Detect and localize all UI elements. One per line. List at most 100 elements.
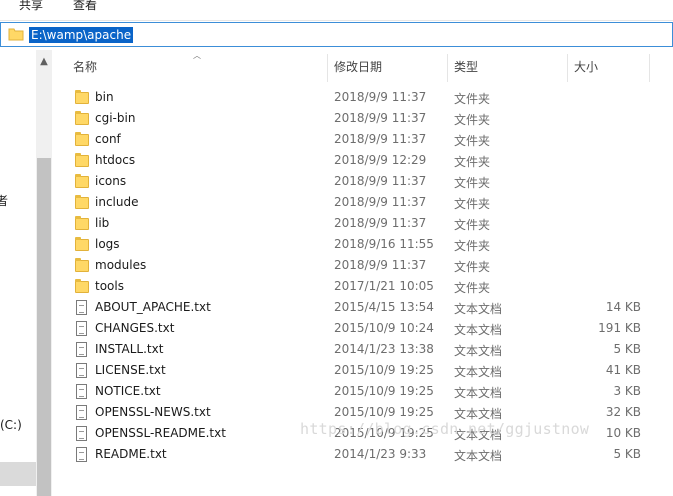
file-name: CHANGES.txt [95,321,175,335]
file-date: 2018/9/9 11:37 [334,90,427,104]
file-type: 文件夹 [454,239,491,253]
file-row[interactable]: NOTICE.txt 2015/10/9 19:25 文本文档 3 KB [53,381,673,402]
nav-item-label[interactable]: 者 [0,192,8,209]
file-date: 2015/10/9 10:24 [334,321,434,335]
file-name: ABOUT_APACHE.txt [95,300,211,314]
file-date: 2015/10/9 19:25 [334,405,434,419]
scroll-up-icon[interactable]: ▲ [36,54,52,70]
file-row[interactable]: cgi-bin 2018/9/9 11:37 文件夹 [53,108,673,129]
file-type: 文本文档 [454,302,503,316]
text-file-icon [75,447,89,463]
file-rows: bin 2018/9/9 11:37 文件夹 cgi-bin 2018/9/9 11:… [53,87,673,465]
file-type: 文本文档 [454,344,503,358]
column-divider[interactable] [567,54,568,82]
folder-icon [8,28,24,41]
file-row[interactable]: CHANGES.txt 2015/10/9 10:24 文本文档 191 KB [53,318,673,339]
file-type: 文件夹 [454,92,491,106]
file-date: 2015/10/9 19:25 [334,363,434,377]
folder-icon [75,111,89,127]
text-file-icon [75,363,89,379]
file-type: 文件夹 [454,197,491,211]
file-name: OPENSSL-README.txt [95,426,226,440]
file-name: NOTICE.txt [95,384,161,398]
file-row[interactable]: conf 2018/9/9 11:37 文件夹 [53,129,673,150]
file-name: tools [95,279,124,293]
folder-icon [75,237,89,253]
folder-icon [75,216,89,232]
address-input[interactable]: E:\wamp\apache [29,27,134,43]
tab-share[interactable]: 共享 [19,0,43,13]
file-row[interactable]: lib 2018/9/9 11:37 文件夹 [53,213,673,234]
nav-scrollbar[interactable]: ▲ [36,50,52,496]
file-type: 文件夹 [454,134,491,148]
file-name: icons [95,174,127,188]
file-size: 191 KB [598,321,641,335]
file-date: 2018/9/9 11:37 [334,132,427,146]
folder-icon [75,132,89,148]
file-type: 文件夹 [454,113,491,127]
file-name: include [95,195,139,209]
column-header-type[interactable]: 类型 [454,54,478,80]
file-name: bin [95,90,114,104]
file-size: 5 KB [613,342,641,356]
file-name: logs [95,237,120,251]
column-divider[interactable] [649,54,650,82]
file-type: 文本文档 [454,323,503,337]
column-header-size[interactable]: 大小 [574,54,598,80]
text-file-icon [75,321,89,337]
column-header-name[interactable]: 名称 [73,54,97,80]
file-date: 2017/1/21 10:05 [334,279,434,293]
file-name: README.txt [95,447,167,461]
folder-icon [75,279,89,295]
file-type: 文件夹 [454,260,491,274]
file-row[interactable]: icons 2018/9/9 11:37 文件夹 [53,171,673,192]
tab-view[interactable]: 查看 [73,0,97,13]
nav-item-drive-c[interactable]: (C:) [0,418,22,432]
folder-icon [75,153,89,169]
file-name: conf [95,132,121,146]
file-row[interactable]: ABOUT_APACHE.txt 2015/4/15 13:54 文本文档 14 KB [53,297,673,318]
file-date: 2018/9/9 11:37 [334,111,427,125]
watermark: https://blog.csdn.net/ggjustnow [300,420,590,438]
file-type: 文件夹 [454,281,491,295]
file-row[interactable]: bin 2018/9/9 11:37 文件夹 [53,87,673,108]
file-row[interactable]: INSTALL.txt 2014/1/23 13:38 文本文档 5 KB [53,339,673,360]
file-row[interactable]: logs 2018/9/16 11:55 文件夹 [53,234,673,255]
text-file-icon [75,384,89,400]
text-file-icon [75,300,89,316]
file-date: 2018/9/9 11:37 [334,195,427,209]
sort-ascending-icon: ︿ [193,51,201,60]
file-date: 2018/9/9 11:37 [334,174,427,188]
file-date: 2018/9/9 11:37 [334,216,427,230]
address-bar[interactable]: E:\wamp\apache [0,22,673,47]
file-row[interactable]: tools 2017/1/21 10:05 文件夹 [53,276,673,297]
file-name: INSTALL.txt [95,342,164,356]
column-divider[interactable] [327,54,328,82]
file-name: OPENSSL-NEWS.txt [95,405,211,419]
file-row[interactable]: htdocs 2018/9/9 12:29 文件夹 [53,150,673,171]
column-divider[interactable] [447,54,448,82]
folder-icon [75,90,89,106]
folder-icon [75,258,89,274]
file-size: 5 KB [613,447,641,461]
file-size: 10 KB [605,426,641,440]
file-date: 2014/1/23 9:33 [334,447,427,461]
nav-item-selected[interactable] [0,462,36,486]
file-row[interactable]: include 2018/9/9 11:37 文件夹 [53,192,673,213]
file-type: 文本文档 [454,449,503,463]
file-date: 2014/1/23 13:38 [334,342,434,356]
file-row[interactable]: modules 2018/9/9 11:37 文件夹 [53,255,673,276]
file-name: LICENSE.txt [95,363,166,377]
file-row[interactable]: README.txt 2014/1/23 9:33 文本文档 5 KB [53,444,673,465]
file-row[interactable]: LICENSE.txt 2015/10/9 19:25 文本文档 41 KB [53,360,673,381]
column-header-date[interactable]: 修改日期 [334,54,382,80]
ribbon: 共享 查看 [0,0,673,21]
text-file-icon [75,405,89,421]
file-size: 14 KB [605,300,641,314]
file-date: 2015/4/15 13:54 [334,300,434,314]
file-type: 文本文档 [454,386,503,400]
folder-icon [75,174,89,190]
file-name: htdocs [95,153,136,167]
scroll-thumb[interactable] [37,158,51,496]
file-date: 2018/9/9 12:29 [334,153,427,167]
